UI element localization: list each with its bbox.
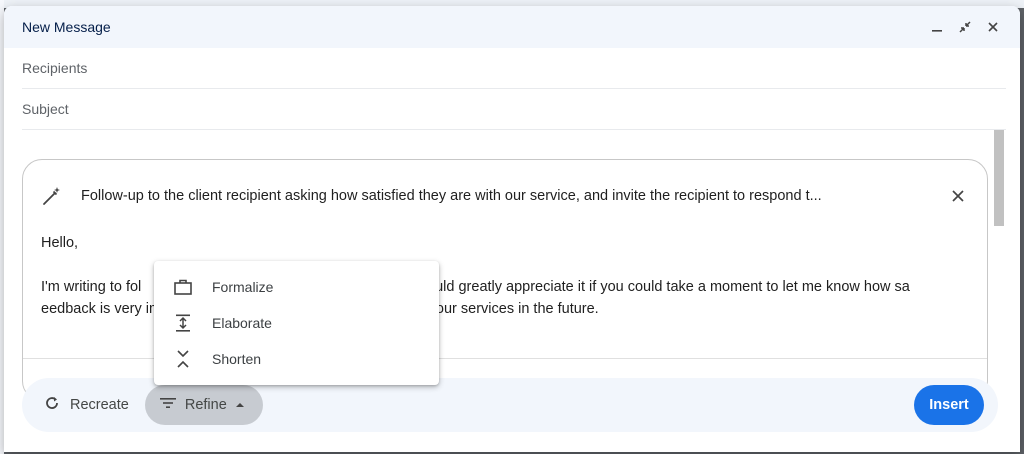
menu-item-shorten[interactable]: Shorten [154, 341, 439, 377]
close-prompt-icon[interactable] [947, 185, 969, 207]
draft-greeting: Hello, [41, 235, 79, 251]
magic-wand-icon [41, 185, 63, 207]
refine-label: Refine [184, 397, 227, 413]
collapse-vertical-icon [172, 348, 194, 370]
expand-vertical-icon [172, 312, 194, 334]
help-me-write-toolbar: Recreate Refine Insert [22, 378, 998, 432]
compose-window: New Message Recipients Subject Follow-up… [4, 6, 1020, 452]
menu-item-label: Formalize [212, 279, 274, 295]
recreate-button[interactable]: Recreate [22, 385, 145, 425]
recipients-field[interactable]: Recipients [22, 48, 1006, 89]
compose-header[interactable]: New Message [4, 6, 1020, 48]
recreate-label: Recreate [70, 397, 129, 413]
refresh-icon [44, 395, 60, 415]
prompt-row: Follow-up to the client recipient asking… [23, 160, 987, 232]
compose-title: New Message [22, 19, 111, 35]
menu-item-label: Elaborate [212, 315, 272, 331]
close-icon[interactable] [984, 18, 1002, 36]
prompt-text[interactable]: Follow-up to the client recipient asking… [81, 188, 927, 204]
subject-placeholder: Subject [22, 101, 69, 117]
window-controls [928, 18, 1002, 36]
scrollbar-thumb[interactable] [994, 130, 1004, 226]
filter-icon [159, 396, 177, 414]
briefcase-icon [172, 276, 194, 298]
insert-button[interactable]: Insert [914, 385, 984, 425]
exit-fullscreen-icon[interactable] [956, 18, 974, 36]
refine-menu: Formalize Elaborate Shorten [154, 261, 439, 385]
minimize-icon[interactable] [928, 18, 946, 36]
arrow-up-icon [235, 397, 245, 413]
refine-button[interactable]: Refine [144, 385, 263, 425]
recipients-placeholder: Recipients [22, 60, 88, 76]
menu-item-label: Shorten [212, 351, 262, 367]
menu-item-formalize[interactable]: Formalize [154, 269, 439, 305]
subject-field[interactable]: Subject [22, 89, 1006, 130]
menu-item-elaborate[interactable]: Elaborate [154, 305, 439, 341]
